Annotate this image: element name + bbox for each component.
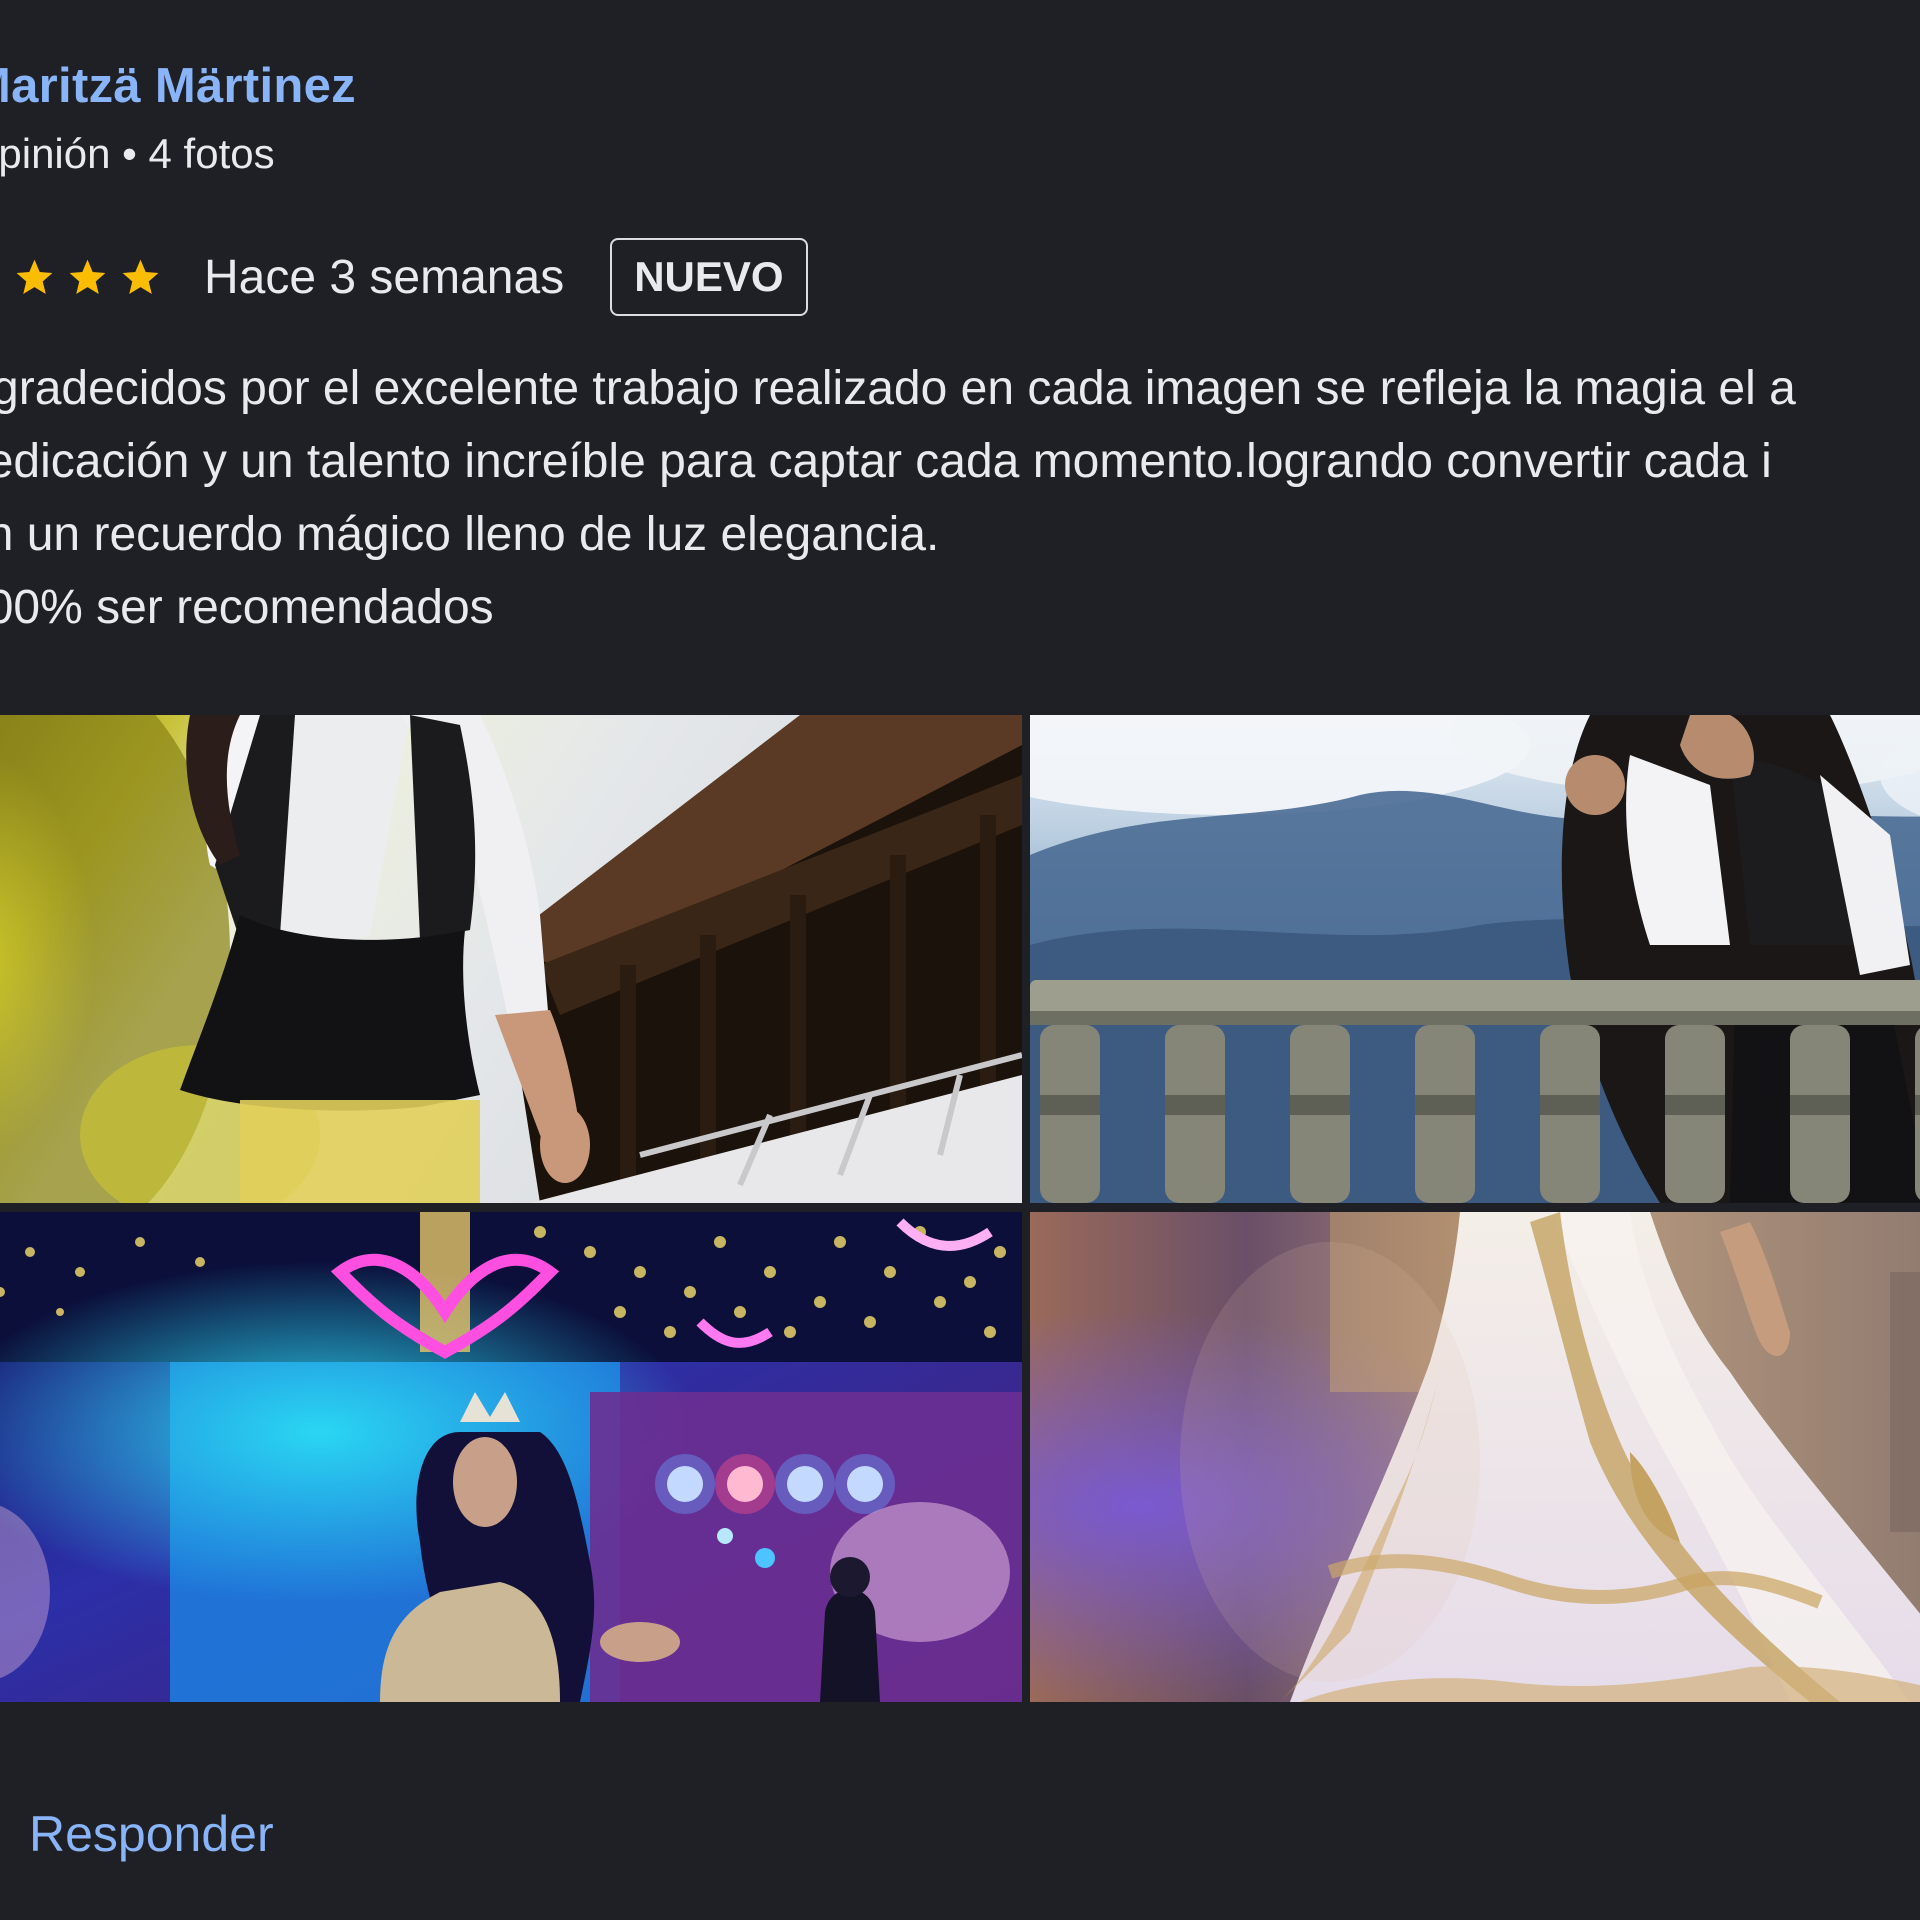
star-icon: [122, 259, 159, 294]
new-badge: NUEVO: [610, 238, 808, 316]
review-photo[interactable]: [1030, 715, 1920, 1203]
review-text: Agradecidos por el excelente trabajo rea…: [0, 352, 1796, 644]
photo-grid: [0, 715, 1920, 1702]
photo-girl-leaning-stone-balustrade-mountains-icon: [1030, 715, 1920, 1203]
rating-row: Hace 3 semanas NUEVO: [0, 232, 808, 322]
review-photo[interactable]: [0, 1212, 1022, 1702]
review-date: Hace 3 semanas: [204, 250, 565, 304]
photo-white-gold-lace-ball-gown-icon: [1030, 1212, 1920, 1702]
review-photo[interactable]: [0, 715, 1022, 1203]
star-icon: [16, 259, 53, 294]
review-text-line: Agradecidos por el excelente trabajo rea…: [0, 362, 1796, 415]
review-text-line: dedicación y un talento increíble para c…: [0, 435, 1772, 488]
star-icon: [0, 256, 3, 299]
review-text-line: 100% ser recomendados: [0, 581, 494, 634]
star-icon: [69, 259, 106, 294]
review-card: Maritzä Märtinez 1 opinión • 4 fotos Hac…: [0, 0, 1920, 1920]
review-photo[interactable]: [1030, 1212, 1920, 1702]
reviewer-meta: 1 opinión • 4 fotos: [0, 130, 275, 177]
reviewer-name[interactable]: Maritzä Märtinez: [0, 58, 356, 114]
reply-button[interactable]: Responder: [0, 1805, 274, 1863]
reply-icon: [0, 1806, 5, 1862]
star-rating: [0, 256, 162, 299]
photo-girl-tiara-sequin-dress-stage-lights-icon: [0, 1212, 1022, 1702]
review-text-line: en un recuerdo mágico lleno de luz elega…: [0, 508, 940, 561]
reply-label: Responder: [29, 1806, 274, 1862]
photo-girl-white-shirt-black-vest-outdoors-icon: [0, 715, 1022, 1203]
